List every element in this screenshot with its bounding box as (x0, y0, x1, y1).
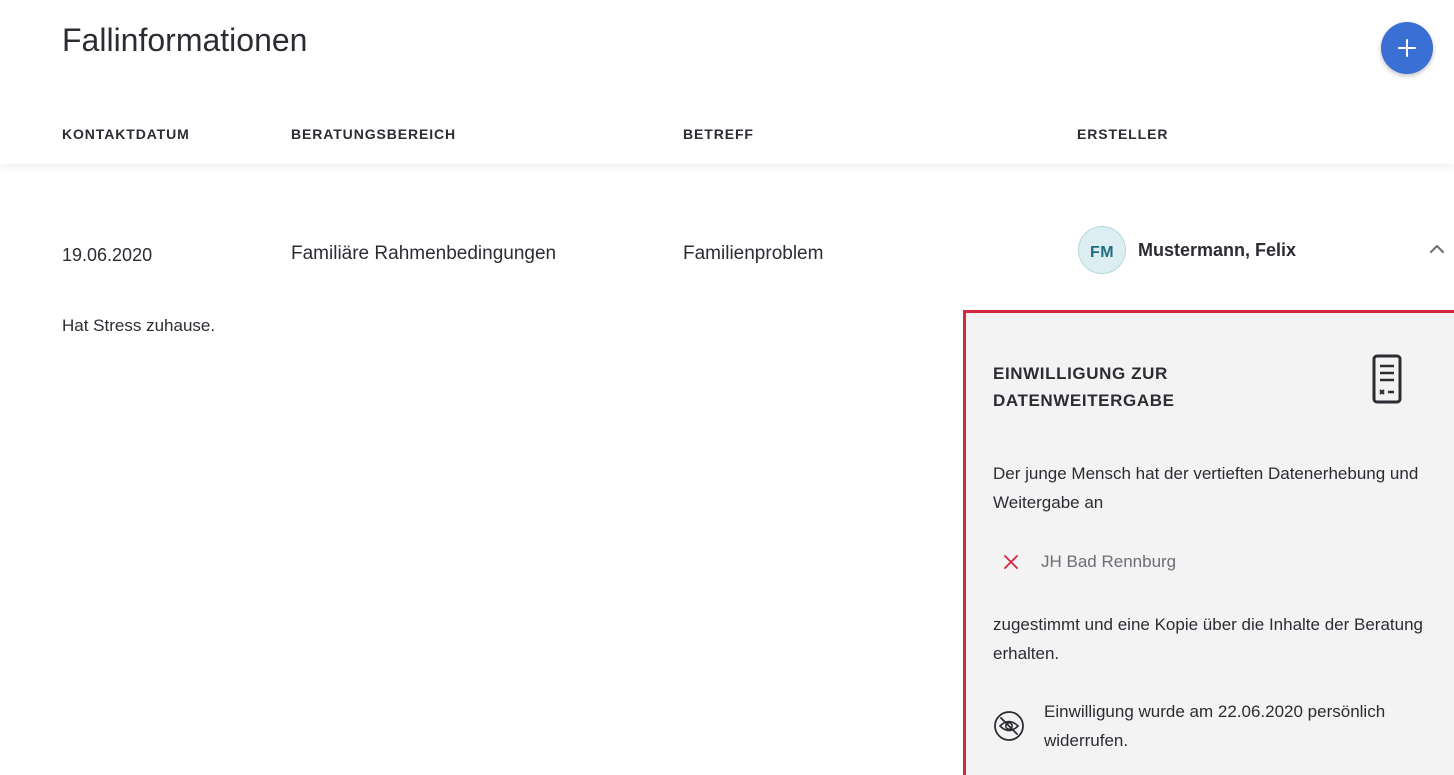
recipient-item: JH Bad Rennburg (1002, 552, 1176, 572)
plus-icon (1398, 39, 1416, 57)
page-title: Fallinformationen (62, 22, 308, 58)
x-icon (1004, 555, 1018, 569)
consent-text-before: Der junge Mensch hat der vertieften Date… (993, 464, 1419, 512)
recipient-name: JH Bad Rennburg (1041, 552, 1177, 571)
add-case-info-button[interactable] (1381, 22, 1433, 74)
row-betreff: Familienproblem (683, 243, 824, 264)
row-beratungsbereich: Familiäre Rahmenbedingungen (291, 243, 557, 264)
case-info-header: Fallinformationen KONTAKTDATUM BERATUNGS… (0, 0, 1454, 164)
revoked-text: Einwilligung wurde am 22.06.2020 persönl… (1044, 702, 1386, 750)
consent-panel: EINWILLIGUNG ZUR DATENWEITERGABE Der jun… (963, 310, 1454, 775)
consent-title: EINWILLIGUNG ZUR DATENWEITERGABE (993, 364, 1175, 410)
column-header-beratungsbereich: BERATUNGSBEREICH (291, 126, 457, 142)
case-note: Hat Stress zuhause. (62, 316, 216, 335)
consent-text-after: zugestimmt und eine Kopie über die Inhal… (993, 615, 1423, 663)
eye-off-icon (994, 711, 1024, 741)
column-header-kontaktdatum: KONTAKTDATUM (62, 126, 190, 142)
chevron-up-icon[interactable] (1426, 238, 1448, 260)
column-header-ersteller: ERSTELLER (1077, 126, 1169, 142)
row-kontaktdatum: 19.06.2020 (62, 245, 153, 265)
avatar: FM (1078, 226, 1126, 274)
column-header-betreff: BETREFF (683, 126, 754, 142)
document-icon (1372, 354, 1402, 404)
creator-name: Mustermann, Felix (1138, 240, 1297, 260)
